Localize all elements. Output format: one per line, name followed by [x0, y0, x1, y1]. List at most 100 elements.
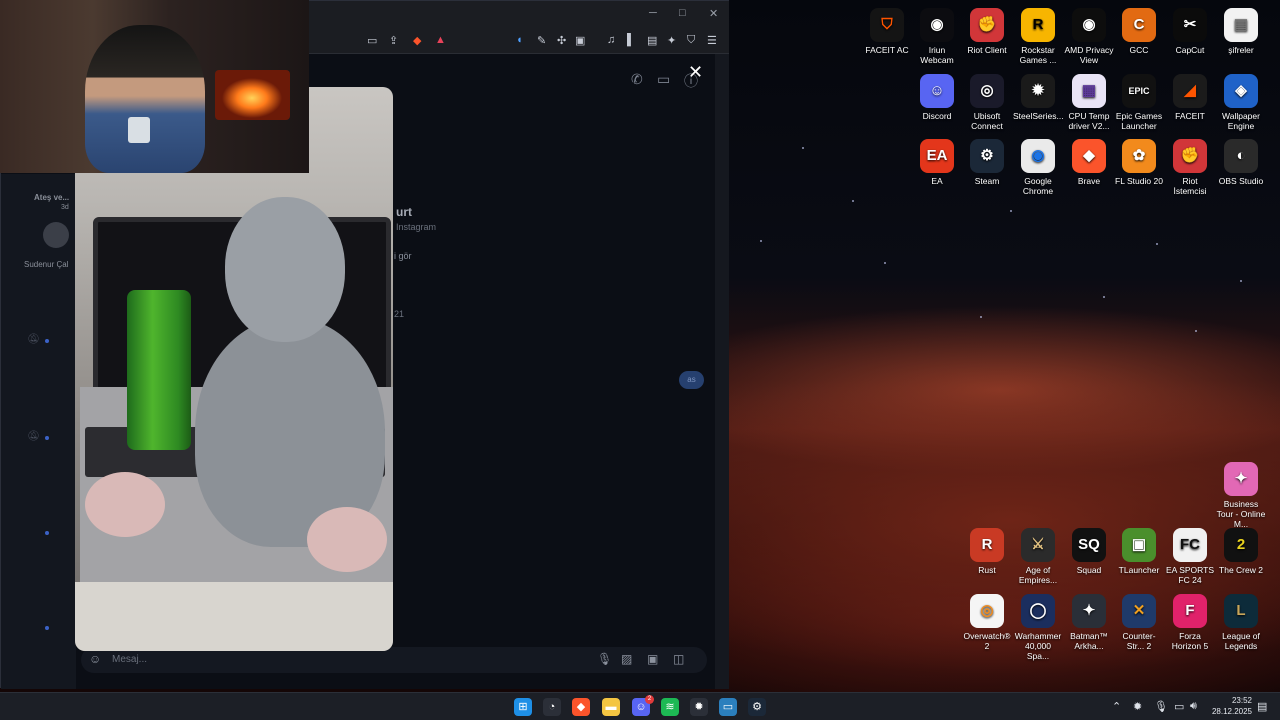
app-icon: ◆	[1072, 139, 1106, 173]
brave-shields-icon[interactable]: ◆	[413, 34, 421, 47]
volume-icon[interactable]: 🔊︎	[1190, 700, 1197, 713]
desktop-shortcut[interactable]: ◐ OBS Studio	[1216, 135, 1266, 186]
window-close-button[interactable]: ✕	[709, 7, 718, 20]
extension-icon-1[interactable]: ✎	[537, 34, 546, 47]
desktop-shortcut[interactable]: ◎ Ubisoft Connect	[962, 70, 1012, 131]
taskbar-remote-desktop-icon[interactable]: ▭	[719, 698, 737, 716]
gif-icon[interactable]: ◫	[673, 652, 684, 666]
desktop-shortcut[interactable]: C GCC	[1114, 4, 1164, 55]
app-icon: ⛉	[870, 8, 904, 42]
conversation-name[interactable]: Ateş ve...	[34, 193, 69, 202]
desktop-shortcut[interactable]: ◯ Warhammer 40,000 Spa...	[1013, 590, 1063, 661]
shortcut-label: CapCut	[1175, 45, 1205, 55]
desktop-shortcut[interactable]: ◆ Brave	[1064, 135, 1114, 186]
view-profile-button[interactable]: i gör	[394, 251, 412, 261]
scrollbar[interactable]	[715, 54, 729, 689]
notification-badge: 2	[645, 695, 654, 704]
app-icon: ✿	[1122, 139, 1156, 173]
app-icon: ◈	[1224, 74, 1258, 108]
emoji-icon[interactable]: ☺	[89, 652, 101, 666]
minimize-button[interactable]: ─	[649, 7, 657, 19]
desktop-shortcut[interactable]: F Forza Horizon 5	[1165, 590, 1215, 651]
sticker-icon[interactable]: ▣	[647, 652, 658, 666]
app-icon: 2	[1224, 528, 1258, 562]
desktop-shortcut[interactable]: SQ Squad	[1064, 524, 1114, 575]
avatar[interactable]	[43, 222, 69, 248]
desktop-shortcut[interactable]: ✿ FL Studio 20	[1114, 135, 1164, 186]
taskbar-spotify-icon[interactable]: ≋	[661, 698, 679, 716]
desktop-shortcut[interactable]: ◢ FACEIT	[1165, 70, 1215, 121]
share-icon[interactable]: ⇪	[389, 34, 398, 47]
desktop-shortcut[interactable]: ⚔ Age of Empires...	[1013, 524, 1063, 585]
taskbar-file-explorer-icon[interactable]: ▬	[602, 698, 620, 716]
desktop-shortcut[interactable]: ✹ SteelSeries...	[1013, 70, 1064, 121]
desktop-shortcut[interactable]: ✊ Riot Client	[962, 4, 1012, 55]
network-icon[interactable]: ▭	[1174, 700, 1184, 713]
extensions-icon[interactable]: ✣	[557, 34, 566, 47]
leo-ai-icon[interactable]: ✦	[667, 34, 676, 47]
notification-icon[interactable]: ▤	[1257, 700, 1267, 713]
desktop-shortcut[interactable]: EA EA	[912, 135, 962, 186]
wallet-icon[interactable]: ▤	[647, 34, 657, 47]
microphone-tray-icon[interactable]: 🎙︎	[1154, 700, 1168, 713]
desktop-shortcut[interactable]: R Rust	[962, 524, 1012, 575]
image-icon[interactable]: ▨	[621, 652, 632, 666]
desktop-shortcut[interactable]: ✊ Riot İstemcisi	[1165, 135, 1215, 196]
phone-icon[interactable]: ✆	[631, 71, 643, 88]
desktop-shortcut[interactable]: L League of Legends	[1216, 590, 1266, 651]
media-icon[interactable]: ♫	[607, 34, 615, 46]
desktop-shortcut[interactable]: 2 The Crew 2	[1216, 524, 1266, 575]
desktop-shortcut[interactable]: EPIC Epic Games Launcher	[1114, 70, 1164, 131]
desktop-shortcut[interactable]: ◎ Overwatch® 2	[962, 590, 1012, 651]
viewer-close-icon[interactable]: ✕	[688, 62, 703, 83]
desktop-shortcut[interactable]: ▣ TLauncher	[1114, 524, 1164, 575]
desktop-shortcut[interactable]: ⚙ Steam	[962, 135, 1012, 186]
desktop-shortcut[interactable]: ✂ CapCut	[1165, 4, 1215, 55]
taskbar-brave-icon[interactable]: ◆	[572, 698, 590, 716]
taskbar-steam-icon[interactable]: ⚙	[748, 698, 766, 716]
app-icon: ☺	[920, 74, 954, 108]
shortcut-label: Wallpaper Engine	[1222, 111, 1260, 131]
soda-can	[127, 290, 191, 450]
video-icon[interactable]: ▭	[657, 71, 670, 88]
desktop-shortcut[interactable]: ✦ Batman™ Arkha...	[1064, 590, 1114, 651]
desktop-shortcut[interactable]: ◉ AMD Privacy View	[1064, 4, 1114, 65]
microphone-icon[interactable]: 🎙︎	[597, 652, 612, 666]
desktop-shortcut[interactable]: ◈ Wallpaper Engine	[1216, 70, 1266, 131]
taskbar-steelseries-icon[interactable]: ✹	[690, 698, 708, 716]
taskbar-discord-icon[interactable]: ☺ 2	[632, 695, 654, 716]
taskbar-steelseries-gg-icon[interactable]: ◔	[543, 698, 561, 716]
desktop-shortcut[interactable]: ◉ Google Chrome	[1013, 135, 1063, 196]
desktop-shortcut[interactable]: ▦ CPU Temp driver V2...	[1064, 70, 1114, 131]
steelseries-tray-icon[interactable]: ✹	[1133, 700, 1142, 713]
maximize-button[interactable]: □	[679, 7, 686, 19]
desktop-shortcut[interactable]: ✦ Business Tour - Online M...	[1216, 458, 1266, 529]
shortcut-label: TLauncher	[1118, 565, 1160, 575]
app-icon: ⚙	[970, 139, 1004, 173]
taskbar-windows-start-icon[interactable]: ⊞	[514, 698, 532, 716]
browser-toolbar: ▭ ⇪ ◆ ▲ ◖ ✎ ✣ ▣ ♫ ▌ ▤ ✦ ⛉ ☰	[309, 29, 729, 54]
shortcut-label: EA	[931, 176, 943, 186]
shortcut-label: FACEIT AC	[865, 45, 909, 55]
conversation-name-2[interactable]: Sudenur Çal	[24, 260, 68, 269]
app-icon: ◐	[1224, 139, 1258, 173]
speaker-icon[interactable]: ◖	[516, 34, 523, 46]
brave-rewards-icon[interactable]: ▲	[435, 34, 446, 46]
desktop-shortcut[interactable]: ◉ Iriun Webcam	[912, 4, 962, 65]
vpn-icon[interactable]: ⛉	[687, 34, 695, 47]
system-clock[interactable]: 23:52 28.12.2025	[1208, 695, 1252, 717]
message-input[interactable]: Mesaj...	[112, 654, 147, 665]
sidebar-toggle-icon[interactable]: ▌	[627, 34, 635, 46]
cast-icon[interactable]: ▭	[367, 34, 377, 47]
desktop-shortcut[interactable]: ✕ Counter-Str... 2	[1114, 590, 1164, 651]
desktop-shortcut[interactable]: ▤ şifreler	[1216, 4, 1266, 55]
show-hidden-icons-chevron-icon[interactable]: ⌃	[1112, 700, 1121, 713]
desktop-shortcut[interactable]: ⛉ FACEIT AC	[862, 4, 912, 55]
my-message-bubble[interactable]: as	[679, 371, 704, 389]
menu-icon[interactable]: ☰	[707, 34, 717, 47]
shortcut-label: Iriun Webcam	[920, 45, 954, 65]
extension-icon-2[interactable]: ▣	[575, 34, 585, 47]
desktop-shortcut[interactable]: FC EA SPORTS FC 24	[1165, 524, 1215, 585]
desktop-shortcut[interactable]: R Rockstar Games ...	[1013, 4, 1063, 65]
desktop-shortcut[interactable]: ☺ Discord	[912, 70, 962, 121]
